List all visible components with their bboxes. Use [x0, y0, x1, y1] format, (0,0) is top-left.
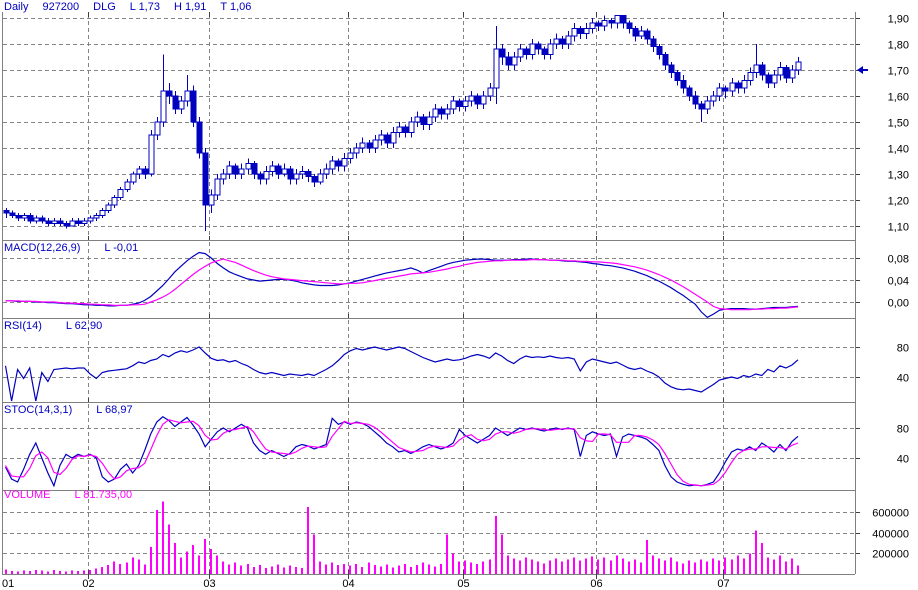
- rsi-indicator-name: RSI(14): [4, 320, 42, 332]
- svg-text:200000: 200000: [872, 549, 909, 561]
- chart-window: Daily 927200 DLG L 1,73 H 1,91 T 1,06 MA…: [0, 0, 918, 590]
- svg-text:400000: 400000: [872, 529, 909, 541]
- svg-text:1,80: 1,80: [888, 40, 909, 52]
- svg-text:1,20: 1,20: [888, 196, 909, 208]
- svg-text:1,50: 1,50: [888, 118, 909, 130]
- svg-text:0,04: 0,04: [888, 276, 909, 288]
- svg-text:04: 04: [342, 578, 354, 590]
- macd-indicator-name: MACD(12,26,9): [4, 242, 81, 254]
- svg-text:02: 02: [82, 578, 94, 590]
- turnover-label: T 1,06: [220, 1, 252, 13]
- macd-panel-label: MACD(12,26,9) L -0,01: [4, 242, 138, 254]
- svg-text:80: 80: [897, 424, 909, 436]
- high-price-label: H 1,91: [173, 1, 207, 13]
- volume-indicator-value: L 81.735,00: [74, 489, 133, 501]
- svg-text:40: 40: [897, 373, 909, 385]
- svg-text:01: 01: [2, 578, 14, 590]
- svg-text:80: 80: [897, 343, 909, 355]
- svg-text:1,60: 1,60: [888, 92, 909, 104]
- chart-svg: 1,90 1,80 1,70 1,60 1,50 1,40 1,30 1,20 1,10 0,08…: [2, 12, 909, 590]
- instrument-code: 927200: [42, 1, 80, 13]
- svg-text:1,90: 1,90: [888, 14, 909, 26]
- svg-text:1,40: 1,40: [888, 144, 909, 156]
- svg-text:0,08: 0,08: [888, 254, 909, 266]
- svg-text:600000: 600000: [872, 508, 909, 520]
- rsi-panel-label: RSI(14) L 62,90: [4, 320, 102, 332]
- svg-text:06: 06: [590, 578, 602, 590]
- svg-text:05: 05: [457, 578, 469, 590]
- chart-canvas[interactable]: 1,90 1,80 1,70 1,60 1,50 1,40 1,30 1,20 1,10 0,08…: [0, 0, 918, 590]
- macd-indicator-value: L -0,01: [104, 242, 139, 254]
- svg-text:0,00: 0,00: [888, 298, 909, 310]
- last-price-label: L 1,73: [129, 1, 160, 13]
- price-panel-header: Daily 927200 DLG L 1,73 H 1,91 T 1,06: [4, 1, 251, 13]
- svg-text:03: 03: [203, 578, 215, 590]
- svg-text:40: 40: [897, 454, 909, 466]
- stoc-indicator-value: L 68,97: [96, 404, 133, 416]
- svg-text:07: 07: [717, 578, 729, 590]
- volume-indicator-name: VOLUME: [4, 489, 51, 501]
- svg-text:1,70: 1,70: [888, 66, 909, 78]
- rsi-indicator-value: L 62,90: [65, 320, 103, 332]
- timeframe-label: Daily: [4, 1, 29, 13]
- instrument-symbol: DLG: [93, 1, 116, 13]
- stoc-panel-label: STOC(14,3,1) L 68,97: [4, 404, 133, 416]
- volume-panel-label: VOLUME L 81.735,00: [4, 489, 132, 501]
- svg-text:1,10: 1,10: [888, 222, 909, 234]
- svg-text:1,30: 1,30: [888, 170, 909, 182]
- stoc-indicator-name: STOC(14,3,1): [4, 404, 73, 416]
